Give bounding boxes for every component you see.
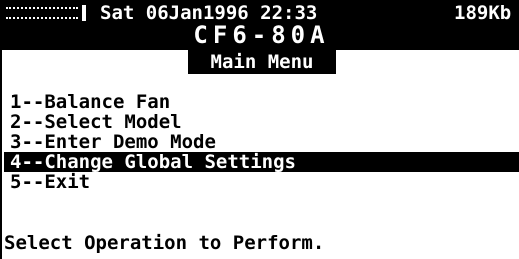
menu-item-balance-fan[interactable]: 1--Balance Fan xyxy=(4,92,519,112)
menu-item-exit[interactable]: 5--Exit xyxy=(4,172,519,192)
operation-prompt: Select Operation to Perform. xyxy=(4,232,325,254)
menu-item-enter-demo-mode[interactable]: 3--Enter Demo Mode xyxy=(4,132,519,152)
menu-item-select-model[interactable]: 2--Select Model xyxy=(4,112,519,132)
device-screen: Sat 06Jan1996 22:33 189Kb CF6-80A Main M… xyxy=(0,0,519,259)
menu-title: Main Menu xyxy=(188,50,336,74)
main-menu-list: 1--Balance Fan 2--Select Model 3--Enter … xyxy=(4,92,519,192)
menu-item-change-global-settings[interactable]: 4--Change Global Settings xyxy=(4,152,519,172)
status-memory: 189Kb xyxy=(454,2,512,24)
battery-icon xyxy=(6,7,78,19)
model-title: CF6-80A xyxy=(193,21,330,49)
header-bar: Sat 06Jan1996 22:33 189Kb CF6-80A xyxy=(2,0,519,50)
battery-tip xyxy=(82,5,86,21)
